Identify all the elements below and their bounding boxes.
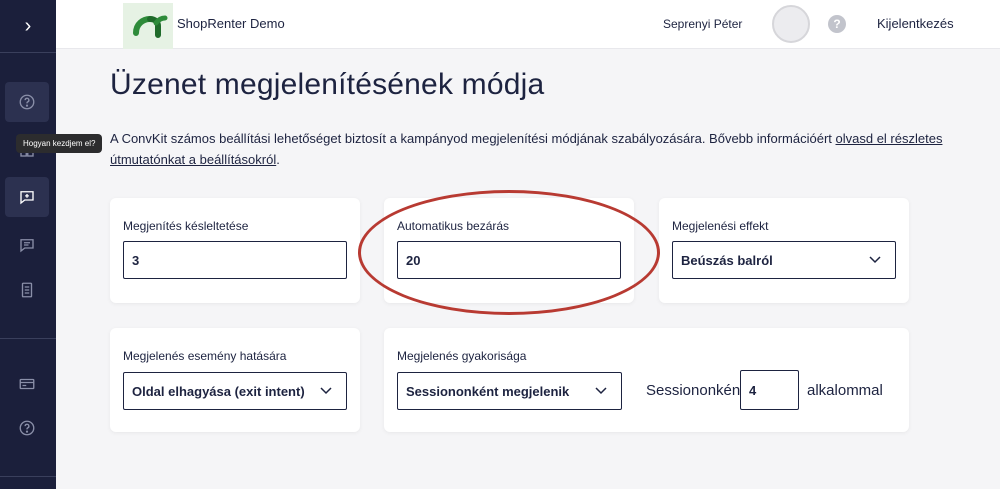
chevron-right-icon: › <box>24 14 32 37</box>
message-plus-icon <box>20 191 34 205</box>
frequency-suffix: alkalommal <box>807 382 883 399</box>
sidebar-item-support[interactable] <box>5 408 49 448</box>
card-icon <box>19 378 35 390</box>
trigger-card: Megjelenés esemény hatására Oldal elhagy… <box>110 328 360 432</box>
frequency-card: Megjelenés gyakorisága Sessiononként meg… <box>384 328 909 432</box>
question-circle-icon <box>19 94 35 110</box>
sidebar-item-messages[interactable] <box>5 225 49 265</box>
trigger-value: Oldal elhagyása (exit intent) <box>132 383 305 399</box>
frequency-select[interactable]: Sessiononként megjelenik <box>397 372 622 410</box>
sidebar-item-documents[interactable] <box>5 270 49 310</box>
sidebar-tooltip: Hogyan kezdjem el? <box>16 134 103 153</box>
intro-text-body: A ConvKit számos beállítási lehetőséget … <box>110 131 836 146</box>
top-header: ShopRenter Demo Seprenyi Péter ? Kijelen… <box>56 0 1000 49</box>
sidebar-toggle-button[interactable]: › <box>0 0 56 52</box>
chevron-down-icon <box>320 387 332 395</box>
delay-card: Megjenítés késleltetése 3 <box>110 198 360 303</box>
chevron-down-icon <box>595 387 607 395</box>
delay-input[interactable]: 3 <box>123 241 347 279</box>
intro-text-end: . <box>276 152 280 167</box>
frequency-value: Sessiononként megjelenik <box>406 383 570 399</box>
help-icon[interactable]: ? <box>828 15 846 33</box>
trigger-select[interactable]: Oldal elhagyása (exit intent) <box>123 372 347 410</box>
shop-name: ShopRenter Demo <box>177 16 285 31</box>
user-name: Seprenyi Péter <box>663 17 743 31</box>
auto-close-input[interactable]: 20 <box>397 241 621 279</box>
auto-close-value: 20 <box>406 252 421 268</box>
page-title: Üzenet megjelenítésének módja <box>110 68 545 101</box>
avatar[interactable] <box>772 5 810 43</box>
trigger-label: Megjelenés esemény hatására <box>123 349 287 363</box>
effect-select[interactable]: Beúszás balról <box>672 241 896 279</box>
sidebar-item-billing[interactable] <box>5 364 49 404</box>
sidebar: › Hogyan kezdjem el? <box>0 0 103 489</box>
frequency-prefix: Sessiononként <box>646 382 745 399</box>
chevron-down-icon <box>869 256 881 264</box>
frequency-count-input[interactable]: 4 <box>740 370 799 410</box>
shoprenter-logo-icon <box>133 15 168 38</box>
sidebar-divider <box>0 338 56 339</box>
sidebar-divider <box>0 476 56 477</box>
effect-label: Megjelenési effekt <box>672 219 769 233</box>
effect-card: Megjelenési effekt Beúszás balról <box>659 198 909 303</box>
effect-value: Beúszás balról <box>681 252 773 268</box>
auto-close-card: Automatikus bezárás 20 <box>384 198 634 303</box>
intro-text: A ConvKit számos beállítási lehetőséget … <box>110 128 970 170</box>
question-circle-icon <box>19 420 35 436</box>
sidebar-item-help[interactable] <box>5 82 49 122</box>
delay-label: Megjenítés késleltetése <box>123 219 249 233</box>
sidebar-divider <box>0 52 56 53</box>
chat-lines-icon <box>20 239 34 253</box>
sidebar-item-campaigns[interactable] <box>5 177 49 217</box>
auto-close-label: Automatikus bezárás <box>397 219 510 233</box>
logout-link[interactable]: Kijelentkezés <box>877 16 954 31</box>
frequency-label: Megjelenés gyakorisága <box>397 349 527 363</box>
document-icon <box>21 282 33 298</box>
frequency-count-value: 4 <box>749 382 757 398</box>
delay-value: 3 <box>132 252 140 268</box>
shop-logo[interactable] <box>123 3 173 49</box>
